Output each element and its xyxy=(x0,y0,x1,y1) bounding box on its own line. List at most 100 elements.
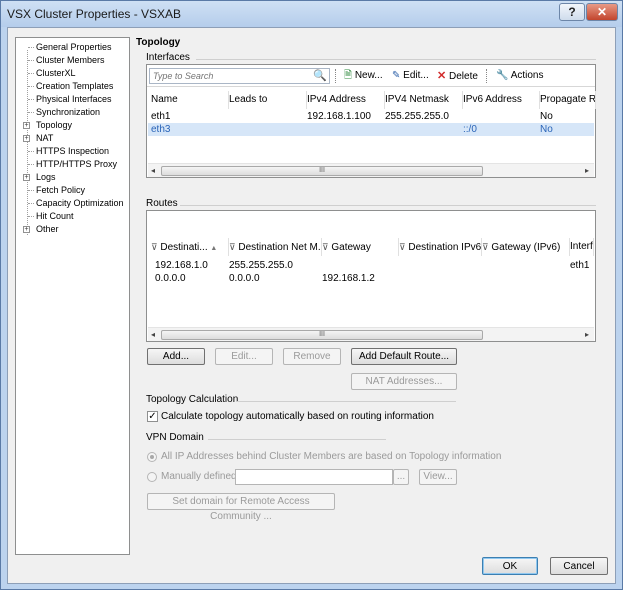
edit-interface-button[interactable]: ✎ Edit... xyxy=(392,69,429,83)
scrollbar-thumb[interactable]: III xyxy=(161,330,483,340)
interface-cell: No xyxy=(540,111,553,122)
tree-item-label: Cluster Members xyxy=(36,55,105,65)
interfaces-column-header[interactable]: IPV4 Netmask xyxy=(385,91,463,109)
interfaces-column-header[interactable]: IPv6 Address xyxy=(463,91,540,109)
expand-icon[interactable]: + xyxy=(23,135,30,142)
remote-access-domain-button[interactable]: Set domain for Remote Access Community .… xyxy=(147,493,335,522)
expand-icon[interactable]: + xyxy=(23,122,30,129)
interface-cell: 192.168.1.100 xyxy=(307,111,371,122)
route-cell[interactable]: 192.168.1.0 xyxy=(155,260,233,272)
tree-item-label: NAT xyxy=(36,133,54,143)
routes-column-label: Interfa xyxy=(570,241,593,252)
new-label: New... xyxy=(354,70,383,81)
interfaces-column-header[interactable]: Name xyxy=(151,91,229,109)
vpn-all-ip-radio[interactable] xyxy=(147,452,157,462)
calculate-topology-label: Calculate topology automatically based o… xyxy=(161,411,434,422)
scroll-grip: III xyxy=(319,331,325,338)
route-cell[interactable] xyxy=(399,260,482,272)
filter-icon[interactable]: ⊽ xyxy=(322,242,329,252)
vpn-view-button[interactable]: View... xyxy=(419,469,457,485)
interfaces-column-header[interactable]: Leads to xyxy=(229,91,307,109)
dialog-client-area: General Properties Cluster Members Cluster… xyxy=(7,27,616,584)
routes-column-header[interactable]: ⊽ Destination Net M... xyxy=(229,238,322,256)
routes-column-label: Destination IPv6 xyxy=(408,242,482,253)
dialog-window: VSX Cluster Properties - VSXAB ? ✕ Gener… xyxy=(0,0,623,590)
interfaces-search-input[interactable] xyxy=(149,68,330,84)
route-cell[interactable] xyxy=(322,260,399,272)
topology-calculation-title: Topology Calculation xyxy=(146,394,239,405)
scrollbar-thumb[interactable]: III xyxy=(161,166,483,176)
route-cell[interactable]: 0.0.0.0 xyxy=(155,273,233,285)
edit-route-button[interactable]: Edit... xyxy=(215,348,273,365)
title-bar[interactable]: VSX Cluster Properties - VSXAB ? ✕ xyxy=(1,1,622,27)
close-button[interactable]: ✕ xyxy=(586,3,618,21)
actions-button[interactable]: 🔧 Actions xyxy=(496,69,543,83)
interfaces-horizontal-scrollbar[interactable]: ◂ III ▸ xyxy=(148,163,594,177)
interface-cell: 255.255.255.0 xyxy=(385,111,449,122)
delete-icon: ✕ xyxy=(437,70,447,82)
tree-connector xyxy=(28,203,34,204)
interface-cell xyxy=(307,124,385,136)
routes-column-label: Gateway (IPv6) xyxy=(491,242,561,253)
ok-button[interactable]: OK xyxy=(482,557,538,575)
vpn-browse-button[interactable]: ... xyxy=(393,469,409,485)
add-route-button[interactable]: Add... xyxy=(147,348,205,365)
tree-connector xyxy=(28,190,34,191)
route-cell[interactable] xyxy=(570,273,594,285)
routes-column-header[interactable]: ⊽ Gateway xyxy=(322,238,399,256)
routes-column-header[interactable]: Interfa xyxy=(570,238,594,256)
delete-interface-button[interactable]: ✕ Delete xyxy=(437,69,478,83)
navigation-tree[interactable]: General Properties Cluster Members Cluster… xyxy=(15,37,130,555)
routes-column-label: Destination Net M... xyxy=(238,242,322,253)
sort-ascending-icon: ▲ xyxy=(210,245,218,252)
tree-connector xyxy=(28,73,34,74)
cancel-button[interactable]: Cancel xyxy=(550,557,608,575)
vpn-manual-domain-field[interactable] xyxy=(235,469,393,485)
scroll-left-icon[interactable]: ◂ xyxy=(151,166,155,175)
tree-connector xyxy=(28,216,34,217)
add-default-route-button[interactable]: Add Default Route... xyxy=(351,348,457,365)
routes-column-label: Gateway xyxy=(331,242,371,253)
route-cell[interactable] xyxy=(482,273,570,285)
interfaces-column-header[interactable]: IPv4 Address xyxy=(307,91,385,109)
route-cell[interactable]: 192.168.1.2 xyxy=(322,273,399,285)
route-cell[interactable] xyxy=(482,260,570,272)
tree-item-label: Physical Interfaces xyxy=(36,94,112,104)
window-title: VSX Cluster Properties - VSXAB xyxy=(7,7,182,21)
scroll-left-icon[interactable]: ◂ xyxy=(151,330,155,339)
routes-column-header[interactable]: ⊽ Gateway (IPv6) xyxy=(482,238,570,256)
routes-column-header[interactable]: ⊽ Destination IPv6 xyxy=(399,238,482,256)
filter-icon[interactable]: ⊽ xyxy=(399,242,406,252)
interface-cell xyxy=(229,111,307,123)
tree-item-label: Creation Templates xyxy=(36,81,114,91)
filter-icon[interactable]: ⊽ xyxy=(229,242,236,252)
nat-addresses-button[interactable]: NAT Addresses... xyxy=(351,373,457,390)
scroll-right-icon[interactable]: ▸ xyxy=(585,166,589,175)
interfaces-column-header[interactable]: Propagate Ro xyxy=(540,91,596,109)
remove-route-button[interactable]: Remove xyxy=(283,348,341,365)
interfaces-table: 🔍 🗎 New... ✎ Edit... ✕ Delete 🔧 Acti xyxy=(146,64,596,178)
routes-column-header[interactable]: ⊽ Destinati... ▲ xyxy=(151,238,229,256)
search-icon[interactable]: 🔍 xyxy=(313,69,327,82)
filter-icon[interactable]: ⊽ xyxy=(482,242,489,252)
scroll-right-icon[interactable]: ▸ xyxy=(585,330,589,339)
routes-horizontal-scrollbar[interactable]: ◂ III ▸ xyxy=(148,327,594,341)
route-cell[interactable]: eth1 xyxy=(570,260,594,272)
vpn-manual-radio[interactable] xyxy=(147,472,157,482)
toolbar-separator xyxy=(335,69,337,83)
tree-item-label: Synchronization xyxy=(36,107,101,117)
expand-icon[interactable]: + xyxy=(23,174,30,181)
interface-cell xyxy=(385,124,463,136)
expand-icon[interactable]: + xyxy=(23,226,30,233)
calculate-topology-checkbox[interactable]: ✓ xyxy=(147,411,158,422)
route-cell[interactable] xyxy=(399,273,482,285)
routes-section-title: Routes xyxy=(146,198,178,209)
help-button[interactable]: ? xyxy=(559,3,585,21)
route-cell[interactable]: 0.0.0.0 xyxy=(229,273,322,285)
filter-icon[interactable]: ⊽ xyxy=(151,242,158,252)
routes-table: ⊽ Destinati... ▲ ⊽ Destination Net M... ⊽ … xyxy=(146,210,596,342)
new-interface-button[interactable]: 🗎 New... xyxy=(344,69,383,83)
tree-item-label: HTTPS Inspection xyxy=(36,146,110,156)
route-cell[interactable]: 255.255.255.0 xyxy=(229,260,322,272)
tree-item-label: HTTP/HTTPS Proxy xyxy=(36,159,118,169)
